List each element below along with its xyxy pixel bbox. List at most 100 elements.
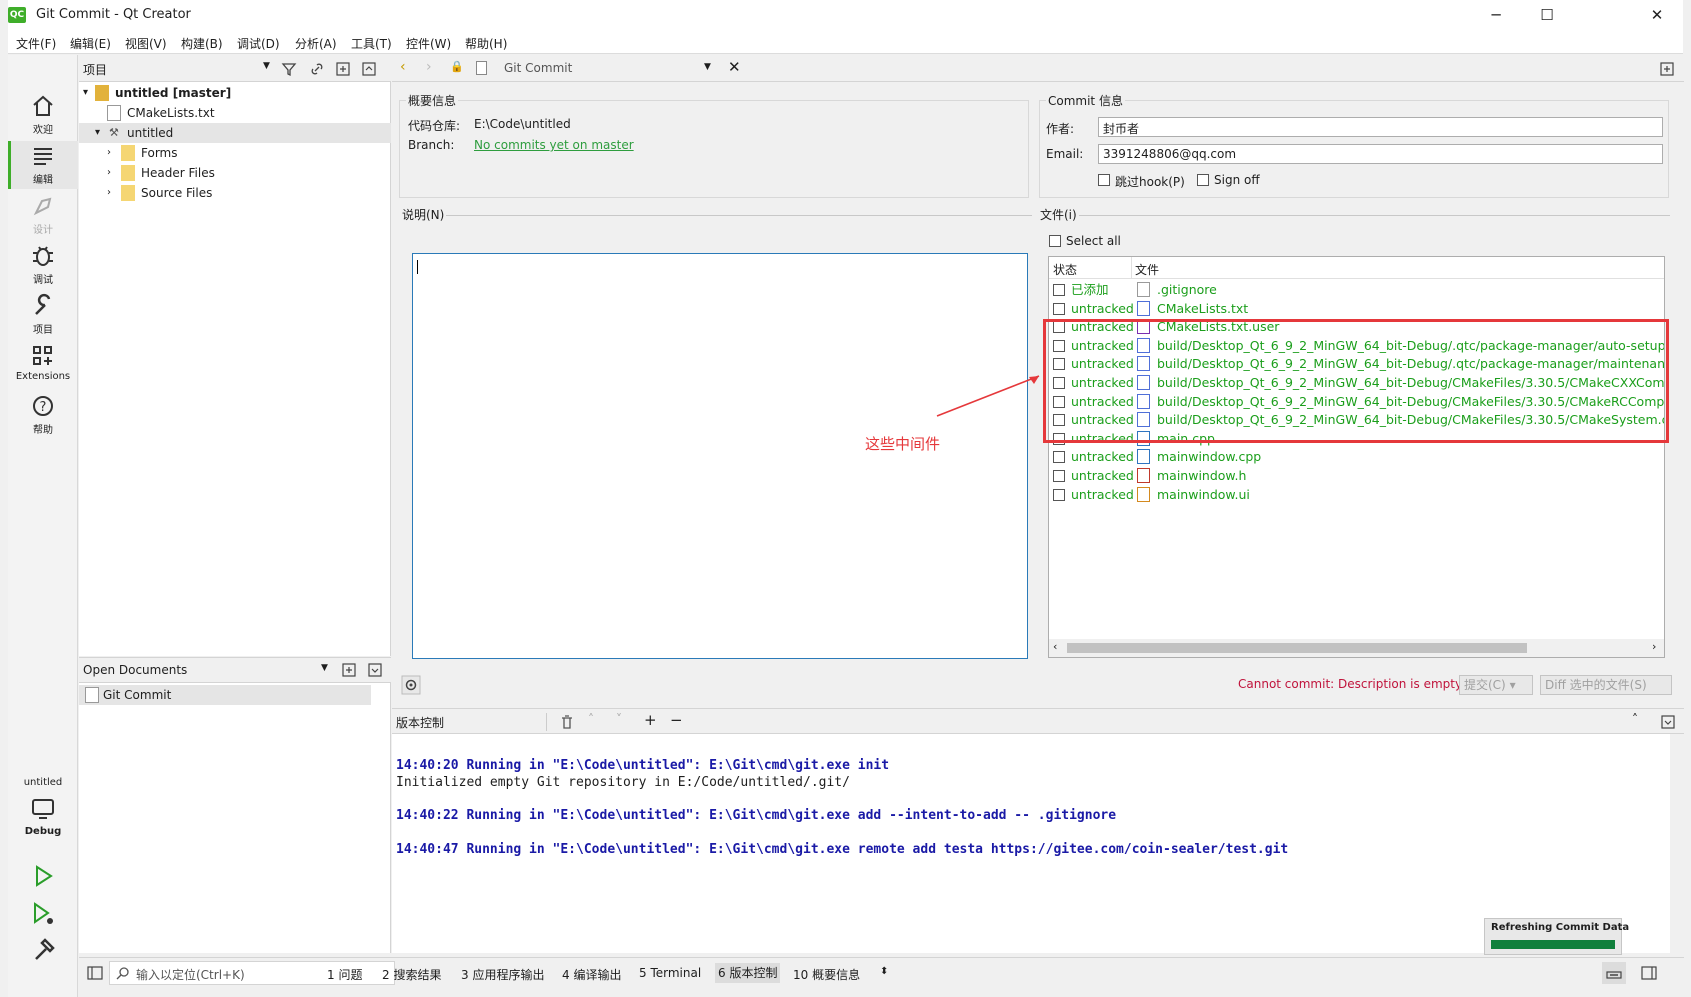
diff-selected-files-button[interactable]: Diff 选中的文件(S) — [1540, 675, 1672, 695]
menu-debug[interactable]: 调试(D) — [237, 35, 280, 52]
sign-off-checkbox[interactable] — [1197, 174, 1209, 186]
tree-item-untitled[interactable]: ▾ ⚒ untitled — [79, 123, 391, 143]
column-header-file[interactable]: 文件 — [1135, 261, 1159, 278]
tab-compile-output[interactable]: 4 编译输出 — [562, 966, 621, 983]
up-arrow-icon[interactable]: ˄ — [588, 712, 594, 726]
expand-arrow-icon[interactable]: ▾ — [83, 83, 88, 103]
close-panel-icon[interactable] — [1660, 714, 1676, 730]
file-row[interactable]: 已添加 .gitignore — [1049, 280, 1664, 300]
menu-file[interactable]: 文件(F) — [16, 35, 56, 52]
split-editor-icon[interactable] — [1659, 61, 1675, 77]
menu-tools[interactable]: 工具(T) — [351, 35, 392, 52]
collapse-panel-icon[interactable] — [361, 61, 377, 77]
tab-terminal[interactable]: 5 Terminal — [639, 966, 701, 980]
menu-controls[interactable]: 控件(W) — [406, 35, 451, 52]
mode-edit[interactable]: 编辑 — [8, 141, 78, 189]
lock-icon[interactable]: 🔒 — [450, 60, 464, 73]
tab-version-control[interactable]: 6 版本控制 — [715, 963, 781, 983]
monitor-icon[interactable] — [30, 797, 56, 821]
menu-build[interactable]: 构建(B) — [181, 35, 223, 52]
open-documents-title[interactable]: Open Documents — [83, 663, 187, 677]
file-row[interactable]: untracked mainwindow.ui — [1049, 485, 1664, 505]
menu-view[interactable]: 视图(V) — [125, 35, 167, 52]
tree-item-source-files[interactable]: › Source Files — [79, 183, 391, 203]
filter-icon[interactable] — [281, 61, 297, 77]
branch-link[interactable]: No commits yet on master — [474, 138, 634, 152]
split-icon[interactable] — [341, 662, 357, 678]
down-arrow-icon[interactable]: ˅ — [616, 712, 622, 726]
tree-item-label: Forms — [141, 146, 178, 160]
debug-run-icon[interactable] — [30, 901, 56, 927]
email-field[interactable]: 3391248806@qq.com — [1098, 144, 1663, 164]
link-icon[interactable] — [309, 61, 325, 77]
mode-extensions[interactable]: Extensions — [8, 341, 78, 389]
forward-arrow-icon[interactable]: › — [426, 59, 432, 75]
tab-general-messages[interactable]: 10 概要信息 — [793, 966, 860, 983]
extensions-icon — [33, 346, 52, 365]
projects-view-selector[interactable]: 项目 — [83, 61, 107, 78]
file-row-checkbox[interactable] — [1053, 470, 1065, 482]
scrollbar-thumb[interactable] — [1067, 643, 1527, 653]
zoom-in-icon[interactable]: + — [644, 711, 657, 729]
open-document-item[interactable]: Git Commit — [79, 685, 371, 705]
tab-search-results[interactable]: 2 搜索结果 — [382, 966, 441, 983]
document-selector[interactable]: Git Commit — [504, 61, 572, 75]
description-textarea[interactable] — [412, 253, 1028, 659]
menu-edit[interactable]: 编辑(E) — [70, 35, 111, 52]
mode-design[interactable]: 设计 — [8, 191, 78, 239]
mode-projects[interactable]: 项目 — [8, 291, 78, 339]
close-document-icon[interactable]: ✕ — [728, 58, 741, 76]
commit-button[interactable]: 提交(C) ▾ — [1459, 675, 1533, 695]
file-row-checkbox[interactable] — [1053, 284, 1065, 296]
run-icon[interactable] — [30, 863, 56, 889]
maximize-panel-icon[interactable]: ˄ — [1632, 712, 1638, 726]
tree-item-forms[interactable]: › Forms — [79, 143, 391, 163]
maximize-button[interactable]: ☐ — [1524, 0, 1570, 30]
chevron-right-icon[interactable]: › — [107, 163, 111, 183]
file-row-checkbox[interactable] — [1053, 451, 1065, 464]
trash-icon[interactable] — [560, 714, 574, 730]
column-header-status[interactable]: 状态 — [1053, 261, 1077, 278]
bypass-hooks-checkbox[interactable] — [1098, 174, 1110, 186]
mode-help[interactable]: ? 帮助 — [8, 391, 78, 439]
minimize-button[interactable]: ─ — [1473, 0, 1519, 30]
tree-item-header-files[interactable]: › Header Files — [79, 163, 391, 183]
more-tabs-icon[interactable]: ⬍ — [880, 966, 888, 977]
horizontal-scrollbar[interactable]: ‹ › — [1049, 639, 1664, 657]
tab-issues[interactable]: 1 问题 — [327, 966, 362, 983]
build-hammer-icon[interactable] — [30, 937, 56, 963]
close-window-button[interactable]: ✕ — [1634, 0, 1680, 30]
file-row[interactable]: untracked CMakeLists.txt — [1049, 299, 1664, 319]
scroll-left-icon[interactable]: ‹ — [1053, 640, 1057, 653]
menu-help[interactable]: 帮助(H) — [465, 35, 507, 52]
tab-application-output[interactable]: 3 应用程序输出 — [461, 966, 544, 983]
file-row-checkbox[interactable] — [1053, 488, 1065, 501]
vertical-scrollbar[interactable] — [1670, 734, 1684, 953]
file-row-checkbox[interactable] — [1053, 302, 1065, 315]
zoom-out-icon[interactable]: − — [670, 711, 683, 729]
collapse-panel-icon[interactable] — [367, 662, 383, 678]
toggle-sidebar-icon[interactable] — [87, 965, 103, 981]
chevron-down-icon[interactable]: ▼ — [704, 62, 711, 72]
scroll-right-icon[interactable]: › — [1652, 640, 1656, 653]
mode-welcome[interactable]: 欢迎 — [8, 91, 78, 139]
select-all-checkbox[interactable] — [1049, 235, 1061, 247]
chevron-right-icon[interactable]: › — [107, 183, 111, 203]
split-icon[interactable] — [335, 61, 351, 77]
file-row[interactable]: untracked mainwindow.h — [1049, 466, 1664, 486]
tree-item-cmakelists[interactable]: CMakeLists.txt — [79, 103, 391, 123]
tree-item-project-root[interactable]: ▾ untitled [master] — [79, 83, 391, 103]
mode-debug[interactable]: 调试 — [8, 241, 78, 289]
progress-details-button[interactable] — [1602, 962, 1626, 984]
chevron-down-icon[interactable]: ▼ — [321, 663, 328, 673]
menu-analyze[interactable]: 分析(A) — [295, 35, 337, 52]
chevron-down-icon[interactable]: ▼ — [263, 61, 270, 71]
author-field[interactable]: 封币者 — [1098, 117, 1663, 137]
files-title: 文件(i) — [1038, 206, 1079, 223]
gear-icon[interactable] — [401, 675, 421, 695]
file-row[interactable]: untracked mainwindow.cpp — [1049, 447, 1664, 467]
expand-arrow-icon[interactable]: ▾ — [95, 123, 100, 143]
chevron-right-icon[interactable]: › — [107, 143, 111, 163]
back-arrow-icon[interactable]: ‹ — [400, 59, 406, 75]
toggle-right-sidebar-icon[interactable] — [1641, 965, 1657, 981]
